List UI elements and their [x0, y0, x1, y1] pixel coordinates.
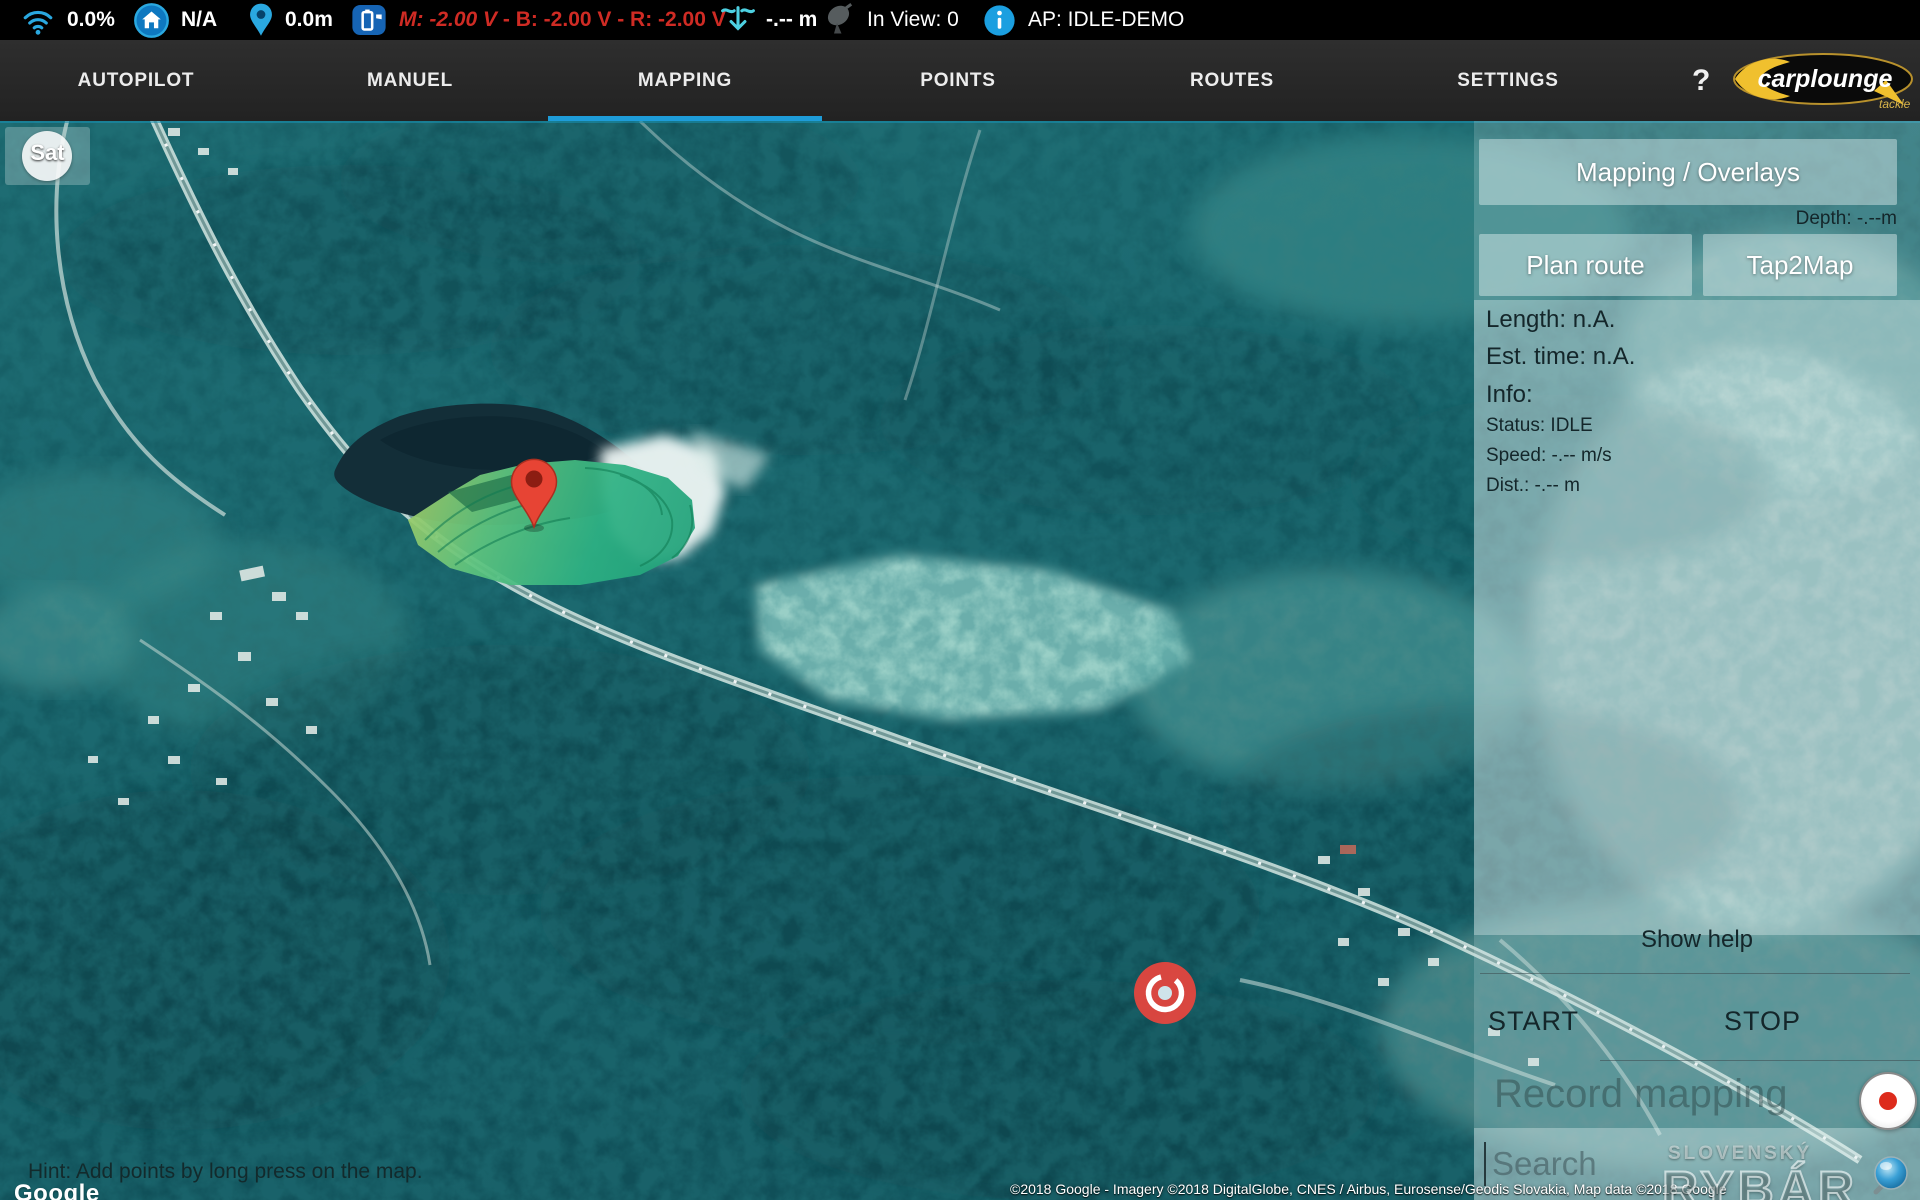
altitude-value: 0.0m: [285, 8, 333, 32]
tab-autopilot[interactable]: AUTOPILOT: [78, 40, 195, 121]
show-help-button[interactable]: Show help: [1474, 926, 1920, 954]
plan-route-button[interactable]: Plan route: [1479, 234, 1692, 296]
divider: [1480, 973, 1910, 974]
battery-icon: [350, 1, 388, 39]
google-logo: Google: [14, 1180, 100, 1200]
tab-mapping[interactable]: MAPPING: [638, 40, 732, 121]
battery-main-voltage: M: -2.00 V: [399, 8, 497, 31]
brand-name: carplounge: [1758, 65, 1893, 93]
record-mapping-label: Record mapping: [1494, 1072, 1788, 1117]
signal-value: 0.0%: [67, 8, 115, 32]
record-icon: [1879, 1092, 1897, 1110]
brand-logo: carplounge tackle: [1726, 50, 1916, 112]
depth-readout: Depth: -.--m: [1690, 208, 1897, 230]
route-info-panel: [1474, 300, 1920, 935]
watermark-line2: RYBÁR: [1662, 1160, 1858, 1200]
divider: [1600, 1060, 1920, 1061]
start-button[interactable]: START: [1488, 1006, 1579, 1037]
home-value: N/A: [181, 8, 217, 32]
status-bar: 0.0% N/A 0.0m M: -2.00 V - B:: [0, 0, 1920, 40]
record-button[interactable]: [1859, 1072, 1917, 1130]
help-icon[interactable]: ?: [1692, 40, 1710, 121]
satellites-in-view: In View: 0: [867, 8, 959, 32]
wifi-icon: [20, 2, 56, 38]
mapping-overlays-button[interactable]: Mapping / Overlays: [1479, 139, 1897, 205]
route-length: Length: n.A.: [1486, 306, 1615, 334]
search-icon[interactable]: [1864, 1152, 1912, 1200]
location-pin-icon: [246, 3, 276, 37]
route-est-time: Est. time: n.A.: [1486, 343, 1635, 371]
map-type-label: Sat: [5, 140, 90, 166]
depth-value: -.-- m: [766, 8, 817, 32]
route-info-label: Info:: [1486, 381, 1533, 409]
tab-points[interactable]: POINTS: [920, 40, 996, 121]
brand-sub: tackle: [1879, 97, 1911, 111]
app-screen: 0.0% N/A 0.0m M: -2.00 V - B:: [0, 0, 1920, 1200]
stop-button[interactable]: STOP: [1724, 1006, 1801, 1037]
autopilot-status: AP: IDLE-DEMO: [1028, 8, 1184, 32]
status-readout: Status: IDLE: [1486, 415, 1593, 437]
text-caret: [1484, 1142, 1486, 1186]
dist-readout: Dist.: -.-- m: [1486, 475, 1580, 497]
map-attribution: ©2018 Google - Imagery ©2018 DigitalGlob…: [1010, 1181, 1727, 1197]
active-tab-underline: [548, 116, 822, 121]
info-icon: [983, 4, 1016, 37]
depth-icon: [718, 1, 758, 39]
nav-bar: AUTOPILOT MANUEL MAPPING POINTS ROUTES S…: [0, 40, 1920, 121]
battery-rest-voltage: - B: -2.00 V - R: -2.00 V: [497, 8, 726, 31]
speed-readout: Speed: -.-- m/s: [1486, 445, 1612, 467]
tab-settings[interactable]: SETTINGS: [1457, 40, 1558, 121]
tab-routes[interactable]: ROUTES: [1190, 40, 1274, 121]
tap2map-button[interactable]: Tap2Map: [1703, 234, 1897, 296]
tab-manuel[interactable]: MANUEL: [367, 40, 453, 121]
home-icon: [133, 2, 170, 39]
satellite-dish-icon: [822, 2, 858, 38]
map-type-button[interactable]: Sat: [5, 127, 90, 185]
boat-position-marker: [1134, 962, 1196, 1024]
